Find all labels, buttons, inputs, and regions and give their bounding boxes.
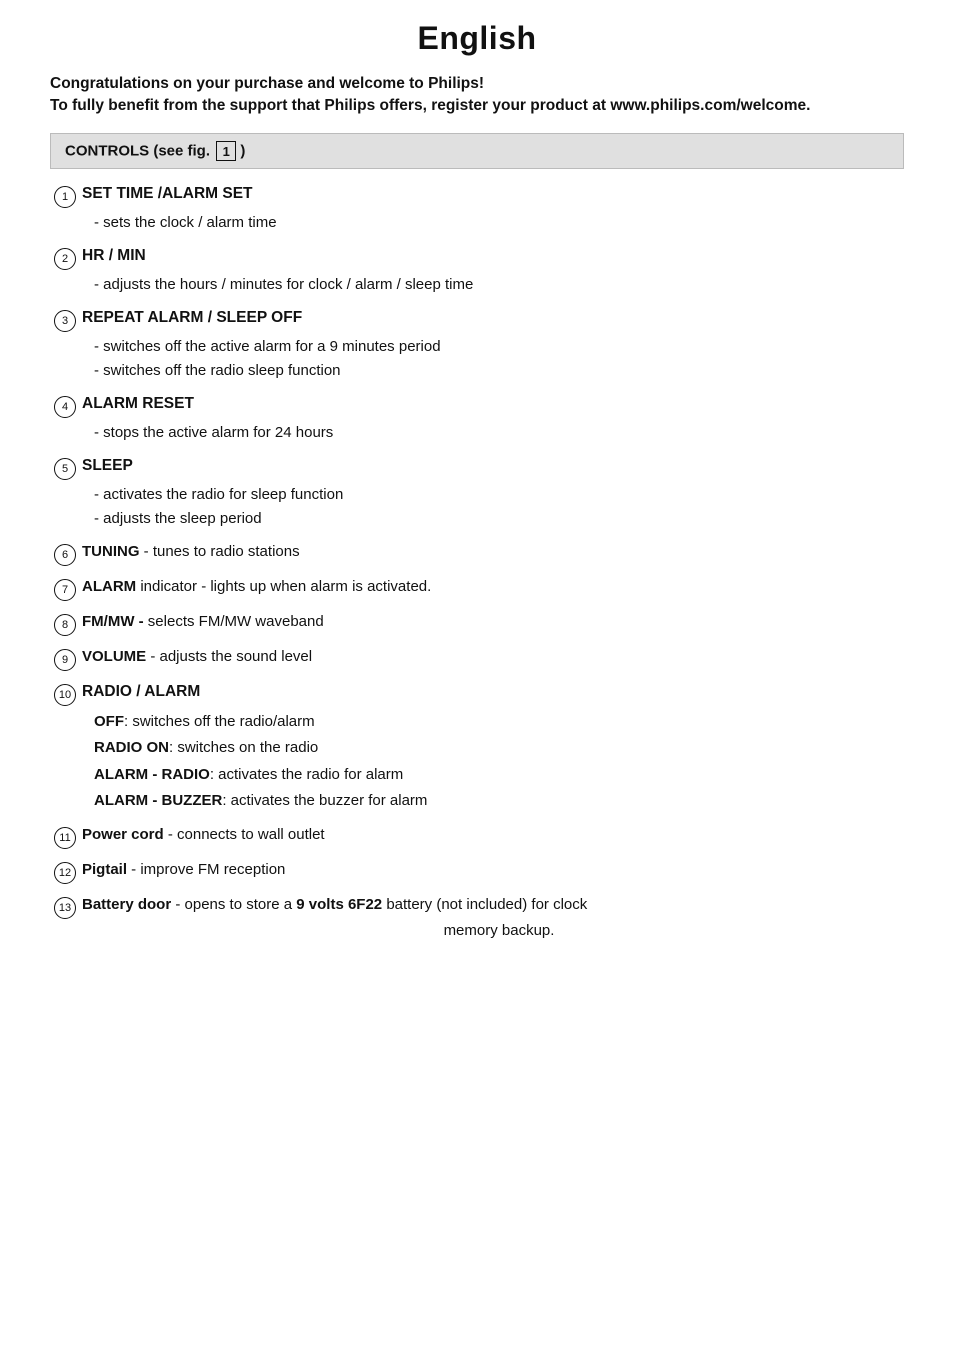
control-heading: 2 HR / MIN [54, 247, 904, 270]
control-label: TUNING - tunes to radio stations [82, 543, 300, 560]
control-label: SLEEP [82, 457, 133, 475]
control-heading: 7 ALARM indicator - lights up when alarm … [54, 578, 904, 601]
sub-item-line: ALARM - BUZZER: activates the buzzer for… [94, 788, 904, 814]
welcome-line2: To fully benefit from the support that P… [50, 97, 904, 115]
control-label: Power cord - connects to wall outlet [82, 826, 325, 843]
list-item: 12 Pigtail - improve FM reception [50, 861, 904, 884]
control-desc-line: - activates the radio for sleep function [94, 483, 904, 507]
list-item: 8 FM/MW - selects FM/MW waveband [50, 613, 904, 636]
control-heading: 6 TUNING - tunes to radio stations [54, 543, 904, 566]
controls-list: 1 SET TIME /ALARM SET - sets the clock / a… [50, 185, 904, 939]
control-label: RADIO / ALARM [82, 683, 200, 701]
control-label: Pigtail - improve FM reception [82, 861, 285, 878]
circle-num: 13 [54, 897, 76, 919]
control-desc: - switches off the active alarm for a 9 … [54, 335, 904, 383]
circle-num: 10 [54, 684, 76, 706]
controls-header: CONTROLS (see fig. 1 ) [50, 133, 904, 169]
list-item: 2 HR / MIN - adjusts the hours / minutes f… [50, 247, 904, 297]
circle-num: 6 [54, 544, 76, 566]
list-item: 3 REPEAT ALARM / SLEEP OFF - switches off … [50, 309, 904, 383]
circle-num: 8 [54, 614, 76, 636]
control-heading: 9 VOLUME - adjusts the sound level [54, 648, 904, 671]
control-label: ALARM indicator - lights up when alarm i… [82, 578, 431, 595]
circle-num: 2 [54, 248, 76, 270]
page-title: English [50, 20, 904, 57]
list-item: 9 VOLUME - adjusts the sound level [50, 648, 904, 671]
control-desc-line: - sets the clock / alarm time [94, 211, 904, 235]
list-item: 13 Battery door - opens to store a 9 volt… [50, 896, 904, 939]
circle-num: 4 [54, 396, 76, 418]
control-label: VOLUME - adjusts the sound level [82, 648, 312, 665]
control-label: ALARM RESET [82, 395, 194, 413]
control-label: Battery door - opens to store a 9 volts … [82, 896, 587, 913]
sub-label: OFF [94, 713, 124, 730]
circle-num: 5 [54, 458, 76, 480]
sub-item-line: OFF: switches off the radio/alarm [94, 709, 904, 735]
control-heading: 8 FM/MW - selects FM/MW waveband [54, 613, 904, 636]
sub-label: ALARM - RADIO [94, 766, 210, 783]
control-label: SET TIME /ALARM SET [82, 185, 253, 203]
control-heading: 12 Pigtail - improve FM reception [54, 861, 904, 884]
control-heading: 11 Power cord - connects to wall outlet [54, 826, 904, 849]
list-item: 10 RADIO / ALARM OFF: switches off the rad… [50, 683, 904, 814]
control-heading: 10 RADIO / ALARM [54, 683, 904, 706]
page-container: English Congratulations on your purchase… [0, 0, 954, 1354]
control-label: HR / MIN [82, 247, 146, 265]
control-desc: - activates the radio for sleep function… [54, 483, 904, 531]
battery-second-line: memory backup. [54, 922, 904, 939]
circle-num: 3 [54, 310, 76, 332]
circle-num: 12 [54, 862, 76, 884]
welcome-block: Congratulations on your purchase and wel… [50, 75, 904, 115]
fig-box: 1 [216, 141, 236, 161]
circle-num: 1 [54, 186, 76, 208]
control-desc-line: - stops the active alarm for 24 hours [94, 421, 904, 445]
circle-num: 11 [54, 827, 76, 849]
control-desc: - stops the active alarm for 24 hours [54, 421, 904, 445]
welcome-line1: Congratulations on your purchase and wel… [50, 75, 904, 93]
list-item: 4 ALARM RESET - stops the active alarm for… [50, 395, 904, 445]
control-heading: 13 Battery door - opens to store a 9 volt… [54, 896, 904, 919]
radio-alarm-sub: OFF: switches off the radio/alarmRADIO O… [54, 709, 904, 814]
control-heading: 5 SLEEP [54, 457, 904, 480]
sub-item-line: RADIO ON: switches on the radio [94, 735, 904, 761]
sub-label: ALARM - BUZZER [94, 792, 222, 809]
list-item: 5 SLEEP - activates the radio for sleep fu… [50, 457, 904, 531]
control-desc-line: - adjusts the sleep period [94, 507, 904, 531]
sub-label: RADIO ON [94, 739, 169, 756]
sub-item-line: ALARM - RADIO: activates the radio for a… [94, 762, 904, 788]
circle-num: 9 [54, 649, 76, 671]
control-label: REPEAT ALARM / SLEEP OFF [82, 309, 302, 327]
control-heading: 4 ALARM RESET [54, 395, 904, 418]
list-item: 7 ALARM indicator - lights up when alarm … [50, 578, 904, 601]
control-heading: 1 SET TIME /ALARM SET [54, 185, 904, 208]
list-item: 11 Power cord - connects to wall outlet [50, 826, 904, 849]
list-item: 6 TUNING - tunes to radio stations [50, 543, 904, 566]
circle-num: 7 [54, 579, 76, 601]
control-desc: - sets the clock / alarm time [54, 211, 904, 235]
controls-header-label: CONTROLS (see fig. 1 ) [65, 141, 245, 161]
control-desc-line: - adjusts the hours / minutes for clock … [94, 273, 904, 297]
list-item: 1 SET TIME /ALARM SET - sets the clock / a… [50, 185, 904, 235]
control-desc: - adjusts the hours / minutes for clock … [54, 273, 904, 297]
control-desc-line: - switches off the active alarm for a 9 … [94, 335, 904, 359]
control-desc-line: - switches off the radio sleep function [94, 359, 904, 383]
control-heading: 3 REPEAT ALARM / SLEEP OFF [54, 309, 904, 332]
control-label: FM/MW - selects FM/MW waveband [82, 613, 324, 630]
